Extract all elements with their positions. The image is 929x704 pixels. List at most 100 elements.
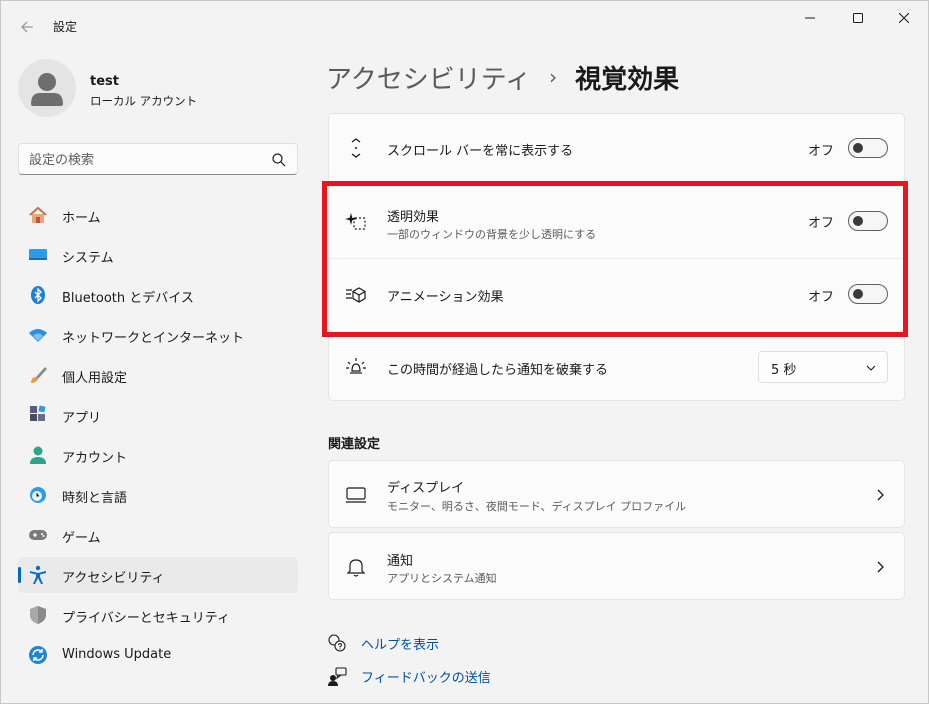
- shield-icon: [30, 606, 46, 624]
- breadcrumb-separator: ›: [549, 65, 558, 89]
- sidebar-item-personalization[interactable]: 個人用設定: [18, 357, 298, 393]
- scrollbar-setting-row: スクロール バーを常に表示する オフ: [329, 114, 904, 182]
- sidebar-item-label: ホーム: [62, 211, 101, 226]
- feedback-link-row[interactable]: フィードバックの送信: [327, 665, 491, 687]
- animation-toggle-state: オフ: [807, 290, 834, 305]
- user-profile[interactable]: test ローカル アカウント: [18, 59, 298, 119]
- transparency-sparkle-icon: [345, 213, 366, 230]
- search-input[interactable]: [29, 150, 259, 170]
- toggle-knob: [853, 143, 863, 153]
- bell-icon: [346, 559, 366, 577]
- sidebar-item-label: アプリ: [62, 411, 102, 426]
- search-box[interactable]: [18, 143, 298, 175]
- transparency-toggle-state: オフ: [807, 216, 834, 231]
- minimize-icon: [805, 17, 815, 19]
- sidebar-item-label: Bluetooth とデバイス: [62, 291, 194, 306]
- account-type: ローカル アカウント: [90, 94, 198, 108]
- sidebar-item-label: システム: [62, 251, 114, 266]
- sidebar-item-privacy[interactable]: プライバシーとセキュリティ: [18, 597, 298, 633]
- sidebar-item-time-language[interactable]: 時刻と言語: [18, 477, 298, 513]
- sidebar-item-system[interactable]: システム: [18, 237, 298, 273]
- toggle-knob: [853, 289, 863, 299]
- sidebar-item-apps[interactable]: アプリ: [18, 397, 298, 433]
- settings-window: 設定 test ローカル アカウント ホーム: [0, 0, 929, 704]
- chevron-right-icon: [877, 489, 884, 501]
- feedback-link[interactable]: フィードバックの送信: [361, 667, 491, 686]
- related-settings-heading: 関連設定: [328, 437, 381, 452]
- back-button[interactable]: [13, 13, 41, 41]
- transparency-setting-title: 透明効果: [387, 210, 440, 225]
- transparency-setting-row: 透明効果 一部のウィンドウの背景を少し透明にする オフ: [329, 186, 904, 256]
- update-icon: [29, 646, 47, 664]
- sidebar-item-accessibility[interactable]: アクセシビリティ: [18, 557, 298, 593]
- wifi-icon: [29, 329, 47, 342]
- sidebar-item-network[interactable]: ネットワークとインターネット: [18, 317, 298, 353]
- minimize-button[interactable]: [787, 1, 833, 35]
- gamepad-icon: [29, 530, 47, 540]
- sidebar-item-label: アクセシビリティ: [62, 571, 165, 586]
- sidebar-item-label: ネットワークとインターネット: [62, 331, 245, 346]
- toggle-knob: [853, 216, 863, 226]
- close-icon: [899, 13, 909, 23]
- apps-icon: [30, 405, 46, 421]
- maximize-icon: [853, 13, 863, 23]
- bluetooth-icon: [31, 286, 45, 304]
- home-icon: [29, 206, 47, 223]
- user-avatar-icon: [31, 73, 63, 106]
- chevron-down-icon: [866, 365, 876, 371]
- monitor-icon: [346, 487, 366, 503]
- account-icon: [30, 446, 46, 464]
- notification-timer-icon: [346, 358, 366, 374]
- sidebar-item-gaming[interactable]: ゲーム: [18, 517, 298, 553]
- chevron-right-icon: [877, 561, 884, 573]
- help-link[interactable]: ヘルプを表示: [361, 634, 439, 653]
- sidebar-item-windows-update[interactable]: Windows Update: [18, 637, 298, 673]
- notification-timeout-row: この時間が経過したら通知を破棄する 5 秒: [329, 333, 904, 401]
- scroll-arrows-icon: [351, 138, 361, 158]
- transparency-setting-description: 一部のウィンドウの背景を少し透明にする: [387, 228, 597, 241]
- notification-timeout-dropdown[interactable]: 5 秒: [758, 351, 888, 383]
- help-icon: [328, 634, 346, 652]
- dropdown-selected-value: 5 秒: [771, 363, 797, 378]
- search-icon[interactable]: [271, 152, 287, 168]
- notifications-link-card[interactable]: 通知 アプリとシステム通知: [328, 532, 905, 600]
- sidebar-item-accounts[interactable]: アカウント: [18, 437, 298, 473]
- sidebar-item-label: Windows Update: [62, 647, 172, 662]
- back-arrow-icon: [21, 21, 33, 33]
- app-title: 設定: [53, 20, 78, 34]
- animation-toggle[interactable]: [848, 284, 888, 304]
- breadcrumb-parent[interactable]: アクセシビリティ: [326, 59, 531, 96]
- sidebar-nav: ホーム システム Bluetooth とデバイス ネットワークとインターネット …: [18, 197, 298, 677]
- page-title: 視覚効果: [575, 64, 680, 95]
- sidebar-item-bluetooth[interactable]: Bluetooth とデバイス: [18, 277, 298, 313]
- notification-timeout-title: この時間が経過したら通知を破棄する: [387, 363, 609, 378]
- transparency-toggle[interactable]: [848, 211, 888, 231]
- avatar: [18, 59, 76, 117]
- breadcrumb: アクセシビリティ › 視覚効果: [326, 59, 679, 95]
- help-link-row[interactable]: ヘルプを表示: [327, 632, 439, 654]
- sidebar-item-label: 個人用設定: [62, 371, 128, 386]
- notifications-title: 通知: [387, 554, 414, 569]
- visual-effects-card: スクロール バーを常に表示する オフ 透明効果 一部のウィンドウの背景を少し透明…: [328, 113, 905, 401]
- time-language-icon: [30, 487, 46, 503]
- animation-setting-row: アニメーション効果 オフ: [329, 259, 904, 329]
- sidebar-item-label: プライバシーとセキュリティ: [62, 611, 230, 626]
- system-icon: [29, 249, 47, 260]
- scrollbar-toggle[interactable]: [848, 138, 888, 158]
- display-description: モニター、明るさ、夜間モード、ディスプレイ プロファイル: [387, 500, 687, 513]
- accessibility-icon: [30, 565, 46, 584]
- notifications-description: アプリとシステム通知: [387, 572, 497, 585]
- sidebar-item-home[interactable]: ホーム: [18, 197, 298, 233]
- display-link-card[interactable]: ディスプレイ モニター、明るさ、夜間モード、ディスプレイ プロファイル: [328, 460, 905, 528]
- brush-icon: [31, 367, 47, 383]
- sidebar-item-label: ゲーム: [62, 531, 101, 546]
- animation-setting-title: アニメーション効果: [387, 290, 504, 305]
- close-button[interactable]: [881, 1, 927, 35]
- display-title: ディスプレイ: [387, 481, 465, 496]
- maximize-button[interactable]: [835, 1, 881, 35]
- user-name: test: [90, 74, 119, 89]
- feedback-icon: [328, 667, 347, 686]
- title-bar: 設定: [1, 1, 928, 49]
- scrollbar-toggle-state: オフ: [807, 144, 834, 159]
- sidebar-item-label: 時刻と言語: [62, 491, 128, 506]
